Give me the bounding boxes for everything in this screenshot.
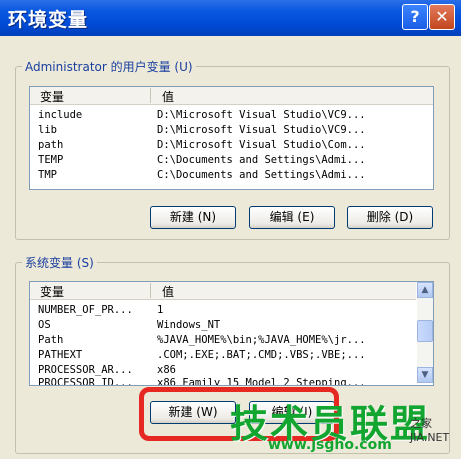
- table-row[interactable]: path D:\Microsoft Visual Studio\Com...: [30, 139, 433, 154]
- watermark-logo: 之家 JIA.NET: [410, 415, 449, 444]
- window-title: 环境变量: [8, 9, 89, 31]
- table-row[interactable]: PROCESSOR_ID... x86 Family 15 Model 2 St…: [30, 377, 416, 385]
- scroll-up-button[interactable]: ▲: [417, 282, 433, 298]
- title-bar: 环境变量 ? ✕: [0, 0, 461, 36]
- system-variables-label: 系统变量 (S): [22, 254, 97, 271]
- table-row[interactable]: include D:\Microsoft Visual Studio\VC9..…: [30, 109, 433, 124]
- user-delete-button[interactable]: 删除 (D): [347, 206, 433, 229]
- table-row[interactable]: Path %JAVA_HOME%\bin;%JAVA_HOME%\jr...: [30, 334, 416, 349]
- table-row[interactable]: NUMBER_OF_PR... 1: [30, 304, 416, 319]
- header-variable[interactable]: 变量: [40, 88, 64, 105]
- watermark-logo-text: 之家: [410, 417, 432, 430]
- user-edit-button[interactable]: 编辑 (E): [249, 206, 335, 229]
- header-value[interactable]: 值: [162, 283, 174, 300]
- close-button[interactable]: ✕: [429, 4, 455, 30]
- help-icon: ?: [410, 7, 420, 26]
- header-variable[interactable]: 变量: [40, 283, 64, 300]
- table-row[interactable]: lib D:\Microsoft Visual Studio\VC9...: [30, 124, 433, 139]
- system-variables-list[interactable]: 变量 值 NUMBER_OF_PR... 1 OS Windows_NT Pat…: [29, 281, 434, 386]
- table-row[interactable]: PATHEXT .COM;.EXE;.BAT;.CMD;.VBS;.VBE;..…: [30, 349, 416, 364]
- scroll-down-button[interactable]: ▼: [417, 367, 433, 383]
- user-variables-header: 变量 值: [30, 87, 433, 105]
- chevron-up-icon: ▲: [421, 285, 429, 295]
- user-variables-list[interactable]: 变量 值 include D:\Microsoft Visual Studio\…: [29, 86, 434, 190]
- header-value[interactable]: 值: [162, 88, 174, 105]
- table-row[interactable]: TEMP C:\Documents and Settings\Admi...: [30, 154, 433, 169]
- system-variables-scrollbar[interactable]: ▲ ▼: [417, 282, 433, 383]
- user-new-button[interactable]: 新建 (N): [150, 206, 236, 229]
- table-row[interactable]: TMP C:\Documents and Settings\Admi...: [30, 169, 433, 184]
- help-button[interactable]: ?: [402, 4, 428, 30]
- watermark-logo-sub: JIA.NET: [410, 431, 450, 444]
- user-variables-label: Administrator 的用户变量 (U): [22, 58, 196, 75]
- close-icon: ✕: [435, 7, 449, 26]
- chevron-down-icon: ▼: [421, 370, 429, 380]
- system-variables-header: 变量 值: [30, 282, 416, 300]
- scroll-thumb[interactable]: [417, 320, 433, 342]
- environment-variables-dialog: 环境变量 ? ✕ Administrator 的用户变量 (U) 变量 值 in…: [0, 0, 461, 459]
- watermark-url: www.jsgho.com: [268, 437, 392, 453]
- table-row[interactable]: OS Windows_NT: [30, 319, 416, 334]
